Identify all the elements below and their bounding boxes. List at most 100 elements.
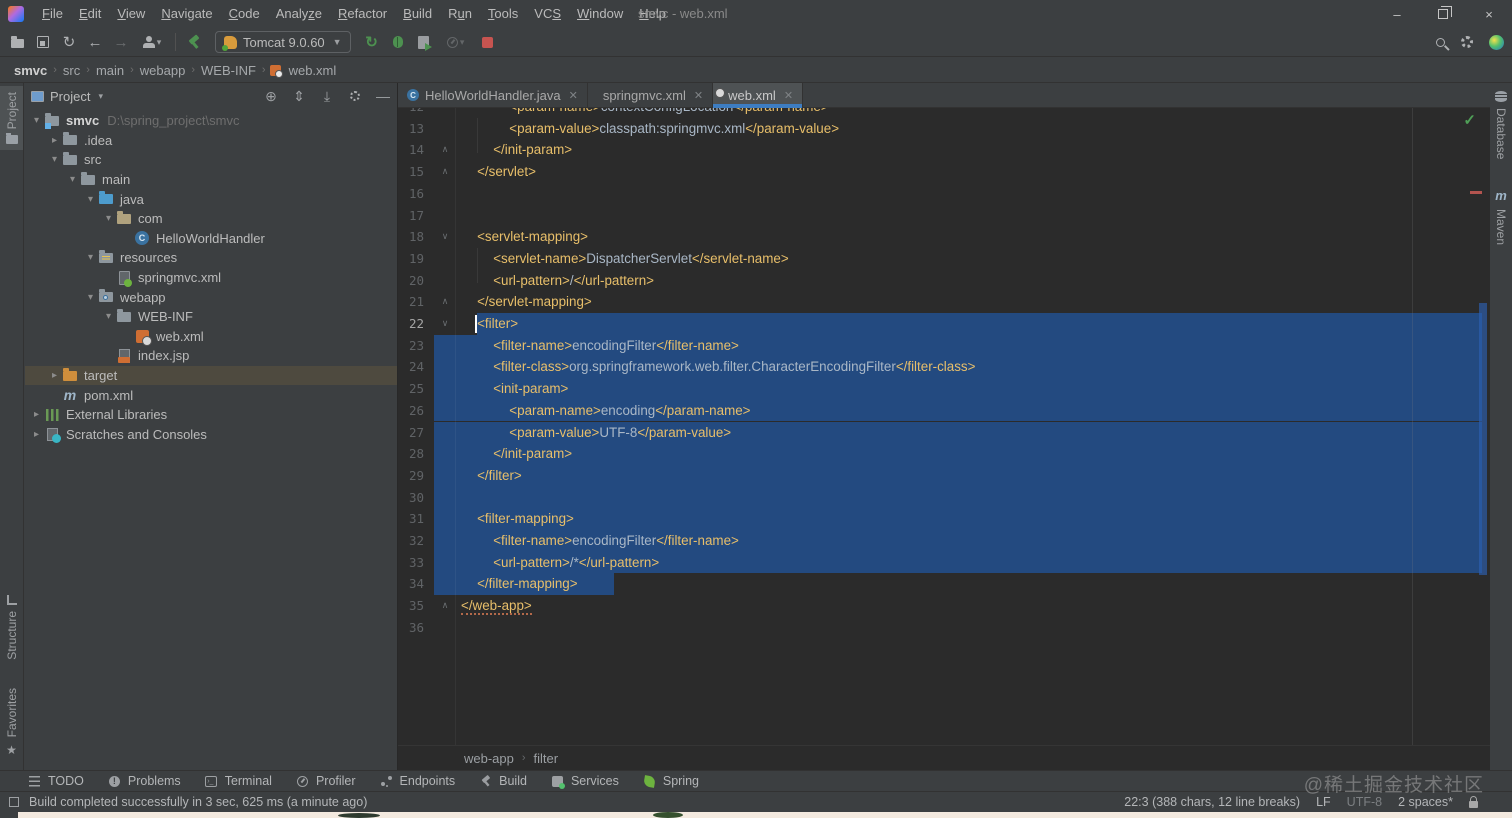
menu-vcs[interactable]: VCS — [526, 0, 569, 28]
code-line[interactable]: <filter> — [477, 313, 518, 336]
forward-button[interactable]: → — [108, 31, 134, 53]
code-line[interactable]: <init-param> — [493, 378, 568, 401]
idea-logo-icon[interactable] — [8, 6, 24, 22]
code-line[interactable]: </web-app> — [461, 595, 532, 618]
code-line[interactable]: </init-param> — [493, 443, 572, 466]
fold-marker-icon[interactable]: ∧ — [438, 595, 452, 617]
tool-window-button-todo[interactable]: TODO — [28, 774, 84, 788]
user-profile-button[interactable]: ▾ — [134, 31, 170, 53]
code-line[interactable]: <param-value>classpath:springmvc.xml</pa… — [509, 118, 839, 141]
stripe-tab-structure[interactable]: Structure — [0, 595, 23, 660]
tree-item-target[interactable]: ▸ target — [25, 365, 397, 386]
tool-window-button-spring[interactable]: Spring — [643, 774, 699, 788]
code-line[interactable]: <filter-mapping> — [477, 508, 574, 531]
panel-settings-gear-icon[interactable] — [347, 88, 363, 104]
expand-all-icon[interactable]: ⇕ — [291, 88, 307, 105]
chevron-closed-icon[interactable]: ▸ — [29, 429, 44, 440]
menu-file[interactable]: File — [34, 0, 71, 28]
editor-breadcrumb-web-app[interactable]: web-app — [464, 751, 514, 766]
code-line[interactable]: <param-name>encoding</param-name> — [509, 400, 750, 423]
tree-item-pom.xml[interactable]: m pom.xml — [25, 385, 397, 405]
tool-window-button-terminal[interactable]: ›_ Terminal — [205, 774, 272, 788]
breadcrumb-item-web.xml[interactable]: web.xml — [285, 63, 341, 78]
stripe-tab-project[interactable]: Project — [0, 86, 23, 151]
ide-gradle-sphere-icon[interactable] — [1489, 34, 1504, 50]
restore-button[interactable] — [1420, 0, 1466, 28]
tab-close-icon[interactable]: ✕ — [694, 89, 703, 102]
tool-window-button-endpoints[interactable]: Endpoints — [380, 774, 455, 788]
chevron-open-icon[interactable]: ▾ — [101, 311, 116, 322]
chevron-open-icon[interactable]: ▾ — [47, 154, 62, 165]
code-editor[interactable]: 12<param-name>contextConfigLocation</par… — [398, 83, 1490, 745]
tree-item-src[interactable]: ▾ src — [25, 150, 397, 170]
breadcrumb-item-src[interactable]: src — [59, 63, 84, 78]
tree-item-web-inf[interactable]: ▾ WEB-INF — [25, 307, 397, 327]
code-line[interactable]: <param-value>UTF-8</param-value> — [509, 422, 731, 445]
editor-breadcrumb-filter[interactable]: filter — [534, 751, 559, 766]
project-panel-title-dropdown[interactable]: Project ▾ — [31, 89, 103, 104]
breadcrumb-item-web-inf[interactable]: WEB-INF — [197, 63, 260, 78]
code-line[interactable]: <filter-class>org.springframework.web.fi… — [493, 356, 975, 379]
tree-item-scratches-and-consoles[interactable]: ▸ Scratches and Consoles — [25, 425, 397, 445]
caret-position-widget[interactable]: 22:3 (388 chars, 12 line breaks) — [1124, 795, 1300, 809]
open-folder-button[interactable] — [4, 31, 30, 53]
editor-tab-web.xml[interactable]: web.xml ✕ — [713, 83, 804, 108]
tab-close-icon[interactable]: ✕ — [569, 89, 578, 102]
chevron-closed-icon[interactable]: ▸ — [29, 409, 44, 420]
rerun-button[interactable]: ↻ — [359, 31, 385, 53]
code-line[interactable]: <url-pattern>/*</url-pattern> — [493, 552, 659, 575]
editor-area[interactable]: 12<param-name>contextConfigLocation</par… — [398, 83, 1490, 770]
locate-file-icon[interactable]: ⊕ — [263, 88, 279, 105]
chevron-closed-icon[interactable]: ▸ — [47, 370, 62, 381]
code-line[interactable]: <servlet-name>DispatcherServlet</servlet… — [493, 248, 789, 271]
breadcrumb-item-smvc[interactable]: smvc — [10, 63, 51, 78]
collapse-all-icon[interactable]: ⤓ — [319, 88, 335, 105]
close-button[interactable]: × — [1466, 0, 1512, 28]
back-button[interactable]: ← — [82, 31, 108, 53]
tree-item-java[interactable]: ▾ java — [25, 189, 397, 209]
tool-window-button-profiler[interactable]: Profiler — [296, 774, 356, 788]
menu-edit[interactable]: Edit — [71, 0, 109, 28]
chevron-open-icon[interactable]: ▾ — [29, 115, 44, 126]
code-line[interactable]: </filter-mapping> — [477, 573, 577, 596]
menu-build[interactable]: Build — [395, 0, 440, 28]
code-line[interactable]: <url-pattern>/</url-pattern> — [493, 270, 654, 293]
lock-icon[interactable] — [1469, 795, 1478, 808]
tree-item-resources[interactable]: ▾ resources — [25, 248, 397, 268]
tree-item-web.xml[interactable]: web.xml — [25, 327, 397, 347]
tab-close-icon[interactable]: ✕ — [784, 89, 793, 102]
menu-code[interactable]: Code — [221, 0, 268, 28]
editor-tab-helloworldhandler.java[interactable]: C HelloWorldHandler.java ✕ — [398, 83, 588, 107]
chevron-open-icon[interactable]: ▾ — [101, 213, 116, 224]
stripe-tab-maven[interactable]: m Maven — [1490, 188, 1512, 245]
line-ending-widget[interactable]: LF — [1316, 795, 1331, 809]
breadcrumb-item-webapp[interactable]: webapp — [136, 63, 190, 78]
status-event-icon[interactable] — [9, 797, 19, 807]
fold-marker-icon[interactable]: ∨ — [438, 226, 452, 248]
tool-window-button-services[interactable]: Services — [551, 774, 619, 789]
run-configuration-select[interactable]: Tomcat 9.0.60 ▼ — [215, 31, 351, 53]
run-with-coverage-button[interactable] — [411, 31, 437, 53]
hide-panel-icon[interactable]: — — [375, 88, 391, 104]
tool-window-button-build[interactable]: Build — [479, 774, 527, 788]
menu-analyze[interactable]: Analyze — [268, 0, 330, 28]
tree-item-index.jsp[interactable]: index.jsp — [25, 346, 397, 366]
indent-widget[interactable]: 2 spaces* — [1398, 795, 1453, 809]
search-everywhere-icon[interactable] — [1436, 37, 1445, 47]
debug-button[interactable] — [385, 31, 411, 53]
fold-marker-icon[interactable]: ∧ — [438, 291, 452, 313]
profiler-button[interactable]: ▾ — [437, 31, 475, 53]
stop-button[interactable] — [475, 31, 501, 53]
tree-item-com[interactable]: ▾ com — [25, 209, 397, 229]
save-all-button[interactable] — [30, 31, 56, 53]
editor-tab-springmvc.xml[interactable]: springmvc.xml ✕ — [588, 83, 714, 107]
sync-button[interactable]: ↻ — [56, 31, 82, 53]
tree-item-springmvc.xml[interactable]: springmvc.xml — [25, 268, 397, 288]
error-stripe-mark[interactable] — [1470, 191, 1482, 194]
stripe-tab-database[interactable]: Database — [1490, 91, 1512, 159]
tree-item-main[interactable]: ▾ main — [25, 170, 397, 190]
minimize-button[interactable]: – — [1374, 0, 1420, 28]
chevron-open-icon[interactable]: ▾ — [83, 292, 98, 303]
status-message[interactable]: Build completed successfully in 3 sec, 6… — [29, 795, 367, 809]
tree-item-helloworldhandler[interactable]: C HelloWorldHandler — [25, 229, 397, 249]
